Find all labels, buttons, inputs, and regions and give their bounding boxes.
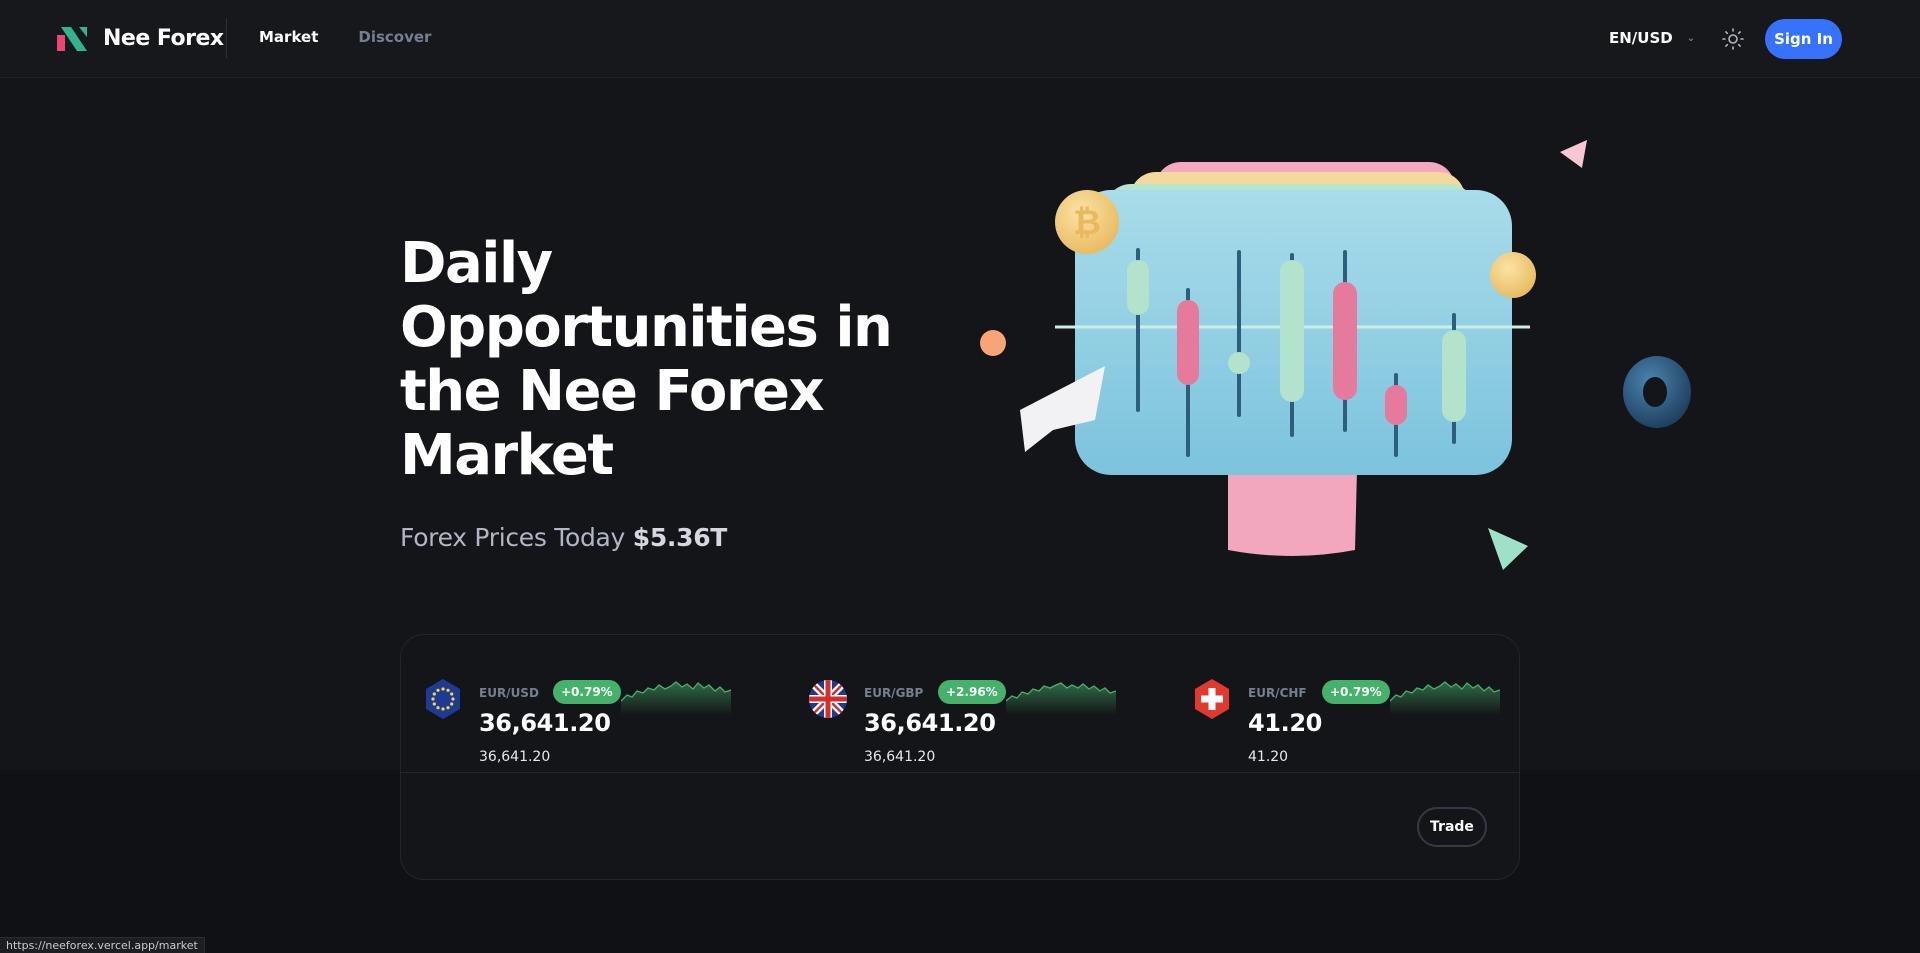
ticker-price: 41.20 xyxy=(1248,709,1322,737)
monitor-stand xyxy=(1228,470,1357,556)
ticker-price: 36,641.20 xyxy=(479,709,611,737)
ticker-pair: EUR/USD xyxy=(479,686,539,700)
ticker-sub-price: 36,641.20 xyxy=(864,749,936,765)
ticker-pair: EUR/CHF xyxy=(1248,686,1307,700)
candle-4 xyxy=(1280,260,1304,402)
language-currency-label: EN/USD xyxy=(1609,29,1673,47)
candle-7 xyxy=(1442,330,1466,422)
brand-logo[interactable]: Nee Forex xyxy=(57,26,224,51)
nav-item-market[interactable]: Market xyxy=(259,28,318,46)
candle-3 xyxy=(1228,352,1250,374)
ticker-pair: EUR/GBP xyxy=(864,686,924,700)
ticker-sparkline xyxy=(1006,682,1116,715)
candle-1 xyxy=(1127,260,1149,315)
gold-sphere xyxy=(1490,252,1536,298)
svg-text:₿: ₿ xyxy=(1073,203,1101,243)
ticker-sparkline xyxy=(621,681,731,715)
logo-mark-icon xyxy=(57,26,87,51)
hero-title: Daily Opportunities in the Nee Forex Mar… xyxy=(400,231,893,488)
sign-in-button[interactable]: Sign In xyxy=(1765,19,1842,59)
ticker-sub-price: 41.20 xyxy=(1248,749,1289,765)
trade-button[interactable]: Trade xyxy=(1417,807,1487,847)
pink-triangle-shape xyxy=(1560,140,1587,168)
ticker-card[interactable]: EUR/CHF +0.79% 41.20 41.20 xyxy=(1192,657,1512,765)
hero-illustration: ₿ xyxy=(980,140,1691,570)
orange-sphere xyxy=(980,330,1006,356)
ticker-sub-price: 36,641.20 xyxy=(479,749,551,765)
browser-status-url: https://neeforex.vercel.app/market xyxy=(0,937,205,953)
ticker-change-badge: +0.79% xyxy=(553,680,621,704)
chevron-down-icon: ⌄ xyxy=(1686,32,1696,44)
brand-name: Nee Forex xyxy=(103,26,224,51)
ticker-price: 36,641.20 xyxy=(864,709,996,737)
ticker-change-badge: +0.79% xyxy=(1322,680,1390,704)
candle-6 xyxy=(1385,385,1407,425)
swiss-flag-icon xyxy=(1195,679,1229,719)
market-tickers-panel: EUR/USD +0.79% 36,641.20 36,641.20 EUR/G… xyxy=(400,634,1520,880)
header-divider xyxy=(226,18,227,58)
ticker-change-badge: +2.96% xyxy=(938,680,1006,704)
panel-divider xyxy=(401,772,1519,773)
hero-subtitle-prefix: Forex Prices Today xyxy=(400,523,626,552)
hero-subtitle-value: $5.36T xyxy=(632,523,728,552)
candle-5 xyxy=(1333,282,1357,400)
mint-triangle-shape xyxy=(1488,528,1528,570)
uk-flag-icon xyxy=(809,680,847,718)
eu-flag-icon xyxy=(426,679,460,719)
language-currency-dropdown[interactable]: EN/USD ⌄ xyxy=(1609,29,1695,47)
main-nav: Market Discover xyxy=(259,28,431,46)
candle-2 xyxy=(1177,300,1199,385)
theme-toggle-sun-icon[interactable] xyxy=(1721,27,1745,51)
ticker-card[interactable]: EUR/USD +0.79% 36,641.20 36,641.20 xyxy=(423,657,743,765)
nav-item-discover[interactable]: Discover xyxy=(358,28,431,46)
ticker-sparkline xyxy=(1390,681,1500,715)
top-navbar: Nee Forex Market Discover EN/USD ⌄ Sign … xyxy=(0,0,1920,78)
ticker-card[interactable]: EUR/GBP +2.96% 36,641.20 36,641.20 xyxy=(808,657,1128,765)
hero-subtitle: Forex Prices Today $5.36T xyxy=(400,523,727,552)
